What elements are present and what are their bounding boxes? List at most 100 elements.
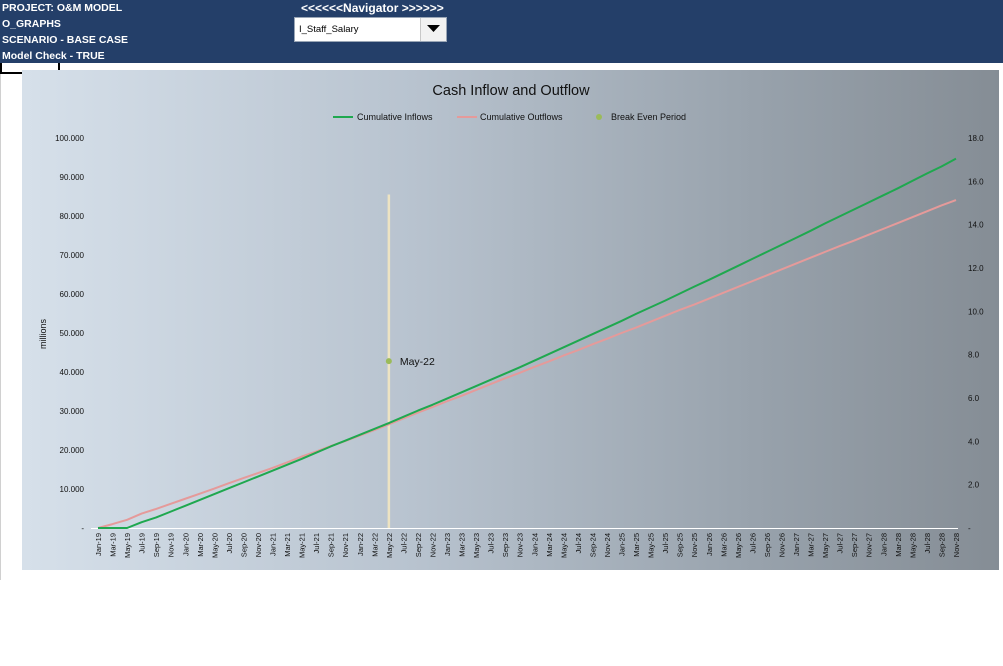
model-check-label: Model Check - TRUE	[2, 50, 105, 62]
x-tick-label: Sep-26	[763, 533, 772, 557]
model-header: PROJECT: O&M MODEL O_GRAPHS SCENARIO - B…	[0, 0, 1003, 63]
y-tick-label: 90.000	[60, 173, 85, 182]
y-tick-label: 60.000	[60, 290, 85, 299]
y-axis-ticks: - 10.000 20.000 30.000 40.000 50.000 60.000 70.…	[55, 134, 84, 533]
scenario-label: SCENARIO - BASE CASE	[2, 34, 129, 46]
x-tick-label: Jan-26	[705, 533, 714, 556]
x-tick-label: Mar-25	[632, 533, 641, 557]
y2-tick-label: 16.0	[968, 177, 984, 186]
y2-tick-label: 2.0	[968, 481, 980, 490]
x-tick-label: Jan-19	[94, 533, 103, 556]
navigator-title: <<<<<<Navigator >>>>>>	[301, 1, 444, 15]
x-tick-label: May-27	[821, 533, 830, 558]
x-tick-label: Jan-22	[356, 533, 365, 556]
x-tick-label: Mar-22	[370, 533, 379, 557]
navigator-dropdown-button[interactable]	[420, 18, 446, 41]
y2-tick-label: -	[968, 524, 971, 533]
x-tick-label: May-26	[734, 533, 743, 558]
y2-tick-label: 18.0	[968, 134, 984, 143]
x-tick-label: Nov-23	[516, 533, 525, 557]
x-tick-label: Nov-28	[952, 533, 961, 557]
x-tick-label: Sep-21	[327, 533, 336, 557]
chart-area[interactable]: Cash Inflow and Outflow Cumulative Inflo…	[22, 70, 999, 570]
y2-tick-label: 8.0	[968, 351, 980, 360]
x-tick-label: Sep-20	[239, 533, 248, 557]
x-tick-label: Jul-26	[748, 533, 757, 553]
x-tick-label: Jan-21	[269, 533, 278, 556]
x-tick-label: Jul-23	[487, 533, 496, 553]
x-tick-label: Mar-26	[719, 533, 728, 557]
inflows-line	[98, 157, 957, 529]
break-even-label: May-22	[400, 356, 435, 368]
y2-tick-label: 6.0	[968, 394, 980, 403]
y-tick-label: 40.000	[60, 368, 85, 377]
x-tick-label: Nov-26	[777, 533, 786, 557]
y-tick-label: 10.000	[60, 485, 85, 494]
legend-break-even-swatch	[596, 114, 602, 120]
x-tick-label: May-24	[559, 533, 568, 558]
x-tick-label: Jul-20	[225, 533, 234, 553]
x-tick-label: Jan-20	[181, 533, 190, 556]
x-tick-label: May-21	[298, 533, 307, 558]
sheet-label: O_GRAPHS	[2, 18, 61, 30]
x-tick-label: Mar-24	[545, 533, 554, 557]
x-tick-label: Mar-20	[196, 533, 205, 557]
x-tick-label: Jul-24	[574, 533, 583, 553]
y-tick-label: 30.000	[60, 407, 85, 416]
x-tick-label: Sep-28	[937, 533, 946, 557]
y-tick-label: -	[81, 524, 84, 533]
break-even-marker: May-22	[385, 194, 435, 528]
cash-flow-chart: Cash Inflow and Outflow Cumulative Inflo…	[38, 83, 984, 558]
x-tick-label: Sep-23	[501, 533, 510, 557]
y2-axis-ticks: - 2.0 4.0 6.0 8.0 10.0 12.0 14.0 16.0 18.0	[968, 134, 984, 533]
x-tick-label: Jul-19	[138, 533, 147, 553]
y2-tick-label: 4.0	[968, 437, 980, 446]
x-axis-ticks: Jan-19 Mar-19 May-19 Jul-19 Sep-19 Nov-19 Jan-…	[94, 533, 961, 558]
x-tick-label: Jan-24	[530, 533, 539, 556]
x-tick-label: Jan-27	[792, 533, 801, 556]
y-tick-label: 70.000	[60, 251, 85, 260]
legend-inflows-label: Cumulative Inflows	[357, 112, 433, 122]
x-tick-label: Nov-24	[603, 533, 612, 557]
legend-outflows-label: Cumulative Outflows	[480, 112, 563, 122]
x-tick-label: May-23	[472, 533, 481, 558]
y2-tick-label: 14.0	[968, 221, 984, 230]
x-tick-label: Jul-21	[312, 533, 321, 553]
x-tick-label: Nov-21	[341, 533, 350, 557]
x-tick-label: May-19	[123, 533, 132, 558]
chart-title: Cash Inflow and Outflow	[432, 83, 590, 99]
series-lines	[97, 157, 957, 529]
x-tick-label: Jan-25	[618, 533, 627, 556]
x-tick-label: Mar-28	[894, 533, 903, 557]
x-tick-label: May-25	[647, 533, 656, 558]
x-tick-label: Mar-27	[807, 533, 816, 557]
navigator-dropdown[interactable]: I_Staff_Salary	[294, 17, 447, 42]
x-tick-label: Sep-19	[152, 533, 161, 557]
x-tick-label: Sep-22	[414, 533, 423, 557]
y-axis-label: millions	[38, 319, 48, 350]
chevron-down-icon	[427, 25, 440, 32]
x-tick-label: Nov-20	[254, 533, 263, 557]
y-tick-label: 80.000	[60, 212, 85, 221]
y-tick-label: 50.000	[60, 329, 85, 338]
x-tick-label: Sep-25	[676, 533, 685, 557]
x-tick-label: May-22	[385, 533, 394, 558]
x-tick-label: Sep-24	[588, 533, 597, 557]
x-tick-label: May-20	[210, 533, 219, 558]
x-tick-label: Sep-27	[850, 533, 859, 557]
x-tick-label: Nov-22	[428, 533, 437, 557]
y-tick-label: 20.000	[60, 446, 85, 455]
x-tick-label: Jul-25	[661, 533, 670, 553]
x-tick-label: Mar-21	[283, 533, 292, 557]
x-tick-label: Jan-23	[443, 533, 452, 556]
x-tick-label: Jul-22	[399, 533, 408, 553]
sheet-gridline	[0, 74, 1, 580]
x-tick-label: Jul-27	[836, 533, 845, 553]
y2-tick-label: 12.0	[968, 264, 984, 273]
x-tick-label: May-28	[908, 533, 917, 558]
x-tick-label: Nov-27	[865, 533, 874, 557]
x-tick-label: Nov-19	[167, 533, 176, 557]
x-tick-label: Jul-28	[923, 533, 932, 553]
x-tick-label: Mar-19	[109, 533, 118, 557]
legend-break-even-label: Break Even Period	[611, 112, 686, 122]
